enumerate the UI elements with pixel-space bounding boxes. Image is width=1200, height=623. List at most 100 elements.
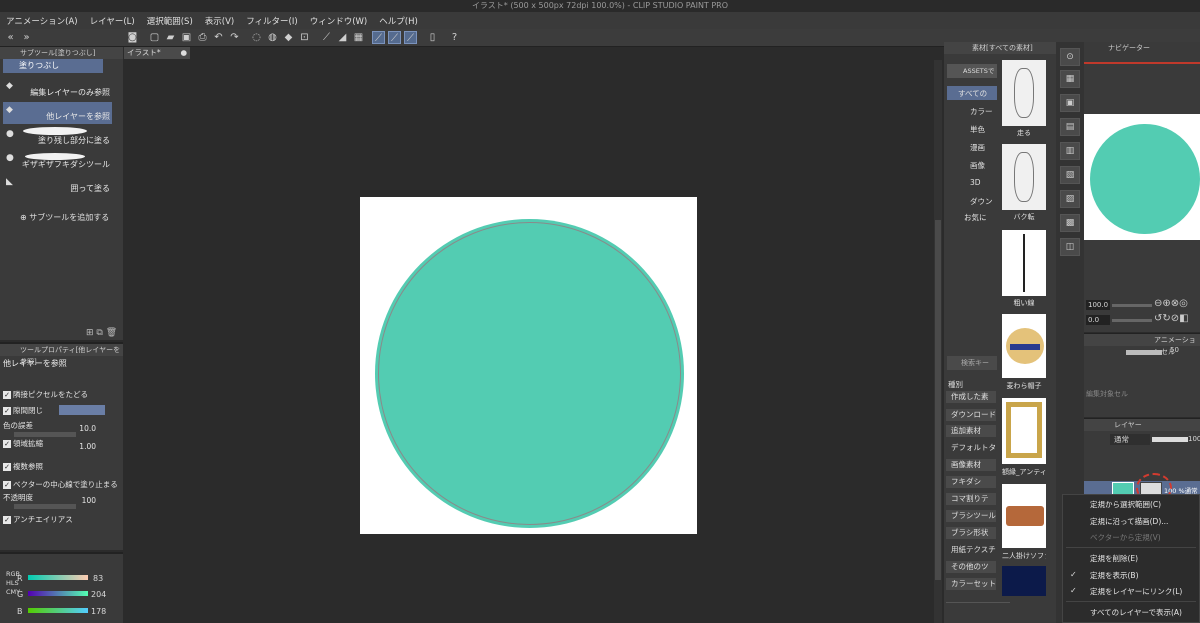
gap-level-selector[interactable]	[59, 405, 105, 415]
tree-item-mono[interactable]: 単色	[970, 124, 985, 135]
material-thumb-stars[interactable]	[1002, 566, 1046, 596]
category-color-set[interactable]: カラーセット	[946, 578, 996, 590]
rail-ruler-icon[interactable]: ▩	[1060, 214, 1080, 232]
rail-history-icon[interactable]: ▥	[1060, 142, 1080, 160]
menu-filter[interactable]: フィルター(I)	[240, 15, 303, 27]
subtool-item-enclose-fill[interactable]: ◣ 囲って塗る	[3, 174, 112, 196]
onion-skin-slider[interactable]	[1126, 350, 1162, 355]
vector-center-row[interactable]: ✓ ベクターの中心線で塗り止まる	[3, 479, 121, 491]
undo-icon[interactable]: ↶	[212, 31, 225, 44]
r-value[interactable]: 83	[93, 574, 103, 583]
copy-subtool-icon[interactable]: ⊞	[86, 328, 94, 338]
onion-opacity[interactable]: 50	[1170, 346, 1179, 354]
redo-icon[interactable]: ↷	[228, 31, 241, 44]
close-tab-icon[interactable]: ●	[180, 47, 187, 59]
fill-icon[interactable]: ◆	[282, 31, 295, 44]
opacity-slider[interactable]	[14, 504, 76, 509]
menu-view[interactable]: 表示(V)	[199, 15, 240, 27]
tree-item-favorite[interactable]: お気に	[964, 212, 987, 223]
zoom-slider[interactable]	[1112, 304, 1152, 307]
menu-item-ruler-to-selection[interactable]: 定規から選択範囲(C)	[1090, 499, 1161, 510]
new-file-icon[interactable]: ▢	[148, 31, 161, 44]
new-subtool-icon[interactable]: ⧉	[96, 328, 102, 338]
material-search-input[interactable]: 検索キー	[947, 356, 997, 370]
material-thumb-straw-hat[interactable]	[1002, 314, 1046, 378]
save-icon[interactable]: ▣	[180, 31, 193, 44]
subtool-item-close-gap-fill[interactable]: ● 塗り残し部分に塗る	[3, 126, 112, 148]
layer-opacity-slider[interactable]	[1152, 437, 1188, 442]
transform-icon[interactable]: ⊡	[298, 31, 311, 44]
g-slider[interactable]	[28, 591, 88, 596]
rail-info-icon[interactable]: ▤	[1060, 118, 1080, 136]
category-default[interactable]: デフォルトタ	[946, 442, 996, 454]
close-gap-row[interactable]: ✓ 隙間閉じ	[3, 405, 121, 417]
category-frame[interactable]: コマ割りテ	[946, 493, 996, 505]
checkbox-checked[interactable]: ✓	[3, 440, 11, 448]
subtool-item-jagged-balloon[interactable]: ● ギザギザフキダシツール	[3, 150, 112, 172]
menu-item-show-ruler[interactable]: 定規を表示(B)	[1090, 570, 1139, 581]
layer-opacity[interactable]: 100	[1188, 435, 1200, 443]
rail-search-layer-icon[interactable]: ▨	[1060, 190, 1080, 208]
blend-mode-select[interactable]: 通常	[1110, 434, 1150, 445]
tree-item-manga[interactable]: 漫画	[970, 142, 985, 153]
material-thumb-sofa[interactable]	[1002, 484, 1046, 548]
material-thumb-frame[interactable]	[1002, 398, 1046, 464]
category-added[interactable]: 追加素材	[946, 425, 996, 437]
menu-item-draw-along-ruler[interactable]: 定規に沿って描画(D)...	[1090, 516, 1168, 527]
help-icon[interactable]: ?	[448, 31, 461, 44]
tree-item-download[interactable]: ダウン	[970, 196, 993, 207]
open-folder-icon[interactable]: ▰	[164, 31, 177, 44]
snap-grid-icon[interactable]: ▦	[352, 31, 365, 44]
collapse-right-icon[interactable]: »	[20, 31, 33, 44]
menu-item-link-ruler-to-layer[interactable]: 定規をレイヤーにリンク(L)	[1090, 586, 1182, 597]
menu-layer[interactable]: レイヤー(L)	[84, 15, 141, 27]
canvas-area[interactable]	[124, 59, 944, 623]
invert-selection-icon[interactable]: ◍	[266, 31, 279, 44]
snap-line-icon[interactable]: ⟋	[404, 31, 417, 44]
zoom-field[interactable]: 100.0	[1086, 300, 1110, 310]
rail-search-icon[interactable]: ⊙	[1060, 48, 1080, 66]
subtool-item-refer-other-layers[interactable]: ◆ 他レイヤーを参照	[3, 102, 112, 124]
deselect-icon[interactable]: ◌	[250, 31, 263, 44]
canvas-paper[interactable]	[360, 197, 697, 534]
subtool-group-tab[interactable]: 塗りつぶし	[3, 59, 103, 73]
multi-reference-row[interactable]: ✓ 複数参照	[3, 461, 121, 473]
checkbox-checked[interactable]: ✓	[3, 391, 11, 399]
snap-ruler-icon[interactable]: ◢	[336, 31, 349, 44]
material-thumb-backflip[interactable]	[1002, 144, 1046, 210]
print-icon[interactable]: ⎙	[196, 31, 209, 44]
menu-selection[interactable]: 選択範囲(S)	[141, 15, 199, 27]
category-paper-texture[interactable]: 用紙テクスチ	[946, 544, 996, 556]
checkbox-checked[interactable]: ✓	[3, 407, 11, 415]
category-image[interactable]: 画像素材	[946, 459, 996, 471]
device-icon[interactable]: ▯	[426, 31, 439, 44]
category-download[interactable]: ダウンロード	[946, 409, 996, 421]
snap-special-ruler-icon[interactable]: ⟋	[372, 31, 385, 44]
b-slider[interactable]	[28, 608, 88, 613]
material-thumb-rough-line[interactable]	[1002, 230, 1046, 296]
zoom-buttons[interactable]: ⊖⊕⊗◎	[1154, 298, 1188, 309]
tree-item-image[interactable]: 画像	[970, 160, 985, 171]
adjacent-pixels-row[interactable]: ✓ 隣接ピクセルをたどる	[3, 389, 121, 401]
checkbox-checked[interactable]: ✓	[3, 463, 11, 471]
menu-window[interactable]: ウィンドウ(W)	[304, 15, 374, 27]
snap-off-icon[interactable]: ⟋	[320, 31, 333, 44]
rail-navigator-icon[interactable]: ▦	[1060, 70, 1080, 88]
rail-quick-access-icon[interactable]: ◫	[1060, 238, 1080, 256]
category-brush-shape[interactable]: ブラシ形状	[946, 527, 996, 539]
angle-field[interactable]: 0.0	[1086, 315, 1110, 325]
navigator-preview[interactable]	[1084, 114, 1200, 240]
menu-item-delete-ruler[interactable]: 定規を削除(E)	[1090, 553, 1138, 564]
rotate-buttons[interactable]: ↺↻⊘◧	[1154, 313, 1189, 324]
color-mode-tabs[interactable]: RGB HLS CMY	[6, 570, 20, 597]
subtool-item-edit-layer-only[interactable]: ◆ 編集レイヤーのみ参照	[3, 78, 112, 100]
tree-item-color[interactable]: カラー	[970, 106, 993, 117]
canvas-vertical-scrollbar[interactable]	[934, 60, 942, 623]
color-margin-slider[interactable]	[14, 432, 76, 437]
collapse-left-icon[interactable]: «	[4, 31, 17, 44]
trash-icon[interactable]: 🗑	[106, 328, 117, 338]
menu-animation[interactable]: アニメーション(A)	[0, 15, 84, 27]
snap-curve-icon[interactable]: ⟋	[388, 31, 401, 44]
tree-item-all[interactable]: すべての	[958, 88, 987, 99]
rail-layer-prop-icon[interactable]: ▧	[1060, 166, 1080, 184]
